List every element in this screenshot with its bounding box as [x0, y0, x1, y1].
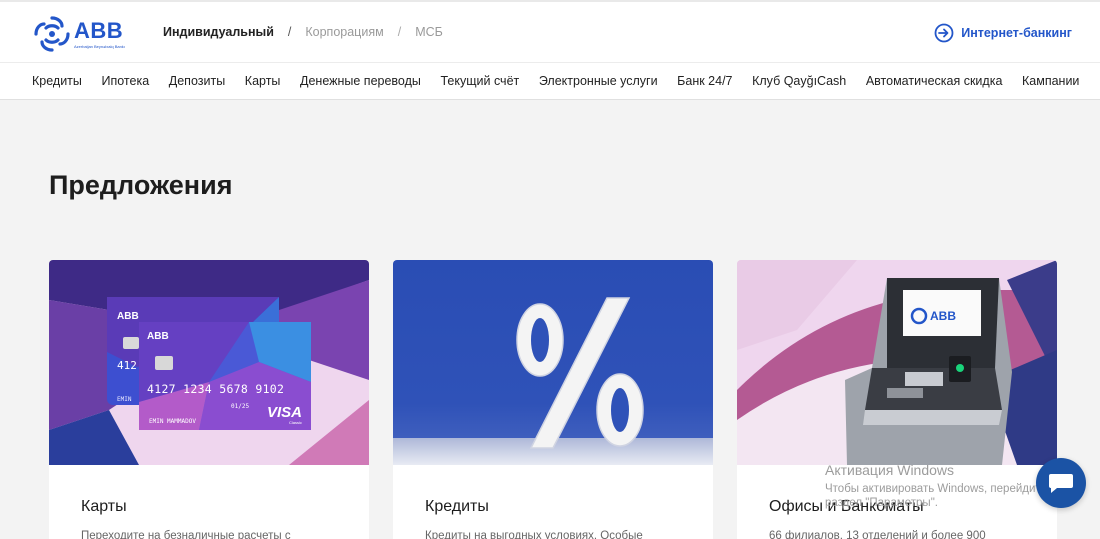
visa-classic-label: Classic [289, 420, 302, 425]
bank-cards-illustration: ABB 412 EMIN ABB 4127 1234 5678 9102 01/… [49, 260, 369, 465]
card-number-back: 412 [117, 359, 137, 372]
atm-image: ABB [737, 260, 1057, 465]
nav-item-qayghicash[interactable]: Клуб QayğıCash [752, 74, 846, 88]
card-title: Кредиты [425, 498, 489, 515]
segment-individual[interactable]: Индивидуальный [163, 25, 274, 39]
offer-card-cards[interactable]: ABB 412 EMIN ABB 4127 1234 5678 9102 01/… [49, 260, 369, 539]
card-logo-front: ABB [147, 331, 169, 342]
nav-item-credits[interactable]: Кредиты [32, 74, 82, 88]
card-logo-back: ABB [117, 311, 139, 322]
login-arrow-icon [934, 23, 954, 43]
bank-cards-image: ABB 412 EMIN ABB 4127 1234 5678 9102 01/… [49, 260, 369, 465]
chat-bubble-icon [1049, 474, 1073, 493]
watermark-line: раздел "Параметры". [825, 497, 938, 509]
card-expiry: 01/25 [231, 403, 249, 410]
card-description: Кредиты на выгодных условиях. Особые [425, 530, 643, 539]
watermark-title: Активация Windows [825, 462, 955, 478]
chat-button[interactable] [1036, 458, 1086, 508]
atm-screen-logo: ABB [930, 309, 956, 323]
nav-item-current-account[interactable]: Текущий счёт [440, 74, 519, 88]
visa-logo: VISA [267, 404, 302, 421]
nav-item-transfers[interactable]: Денежные переводы [300, 74, 421, 88]
card-holder-front: EMIN MAMMADOV [149, 418, 196, 425]
card-title: Карты [81, 498, 127, 515]
internet-banking-label: Интернет-банкинг [961, 26, 1072, 40]
nav-item-bank-24-7[interactable]: Банк 24/7 [677, 74, 732, 88]
watermark-line: Чтобы активировать Windows, перейдите в [825, 483, 1057, 495]
logo-text: ABB [74, 18, 124, 43]
percent-illustration [393, 260, 713, 465]
segment-separator: / [287, 25, 292, 39]
nav-item-e-services[interactable]: Электронные услуги [539, 74, 658, 88]
top-header: ABB Azerbaijan Beynəlxalq Bankı Индивиду… [0, 0, 1100, 62]
nav-item-cards[interactable]: Карты [245, 74, 281, 88]
atm-illustration: ABB [737, 260, 1057, 465]
logo-subtext: Azerbaijan Beynəlxalq Bankı [74, 44, 125, 49]
windows-activation-watermark: Активация Windows Чтобы активировать Win… [825, 462, 1056, 509]
abb-logo-mark-icon [34, 16, 70, 52]
nav-item-deposits[interactable]: Депозиты [169, 74, 225, 88]
card-holder-back: EMIN [117, 396, 132, 403]
page-title: Предложения [49, 170, 233, 200]
card-description: 66 филиалов, 13 отделений и более 900 [769, 530, 986, 539]
segment-separator: / [397, 25, 402, 39]
nav-item-mortgage[interactable]: Ипотека [102, 74, 150, 88]
nav-item-auto-discount[interactable]: Автоматическая скидка [866, 74, 1003, 88]
segment-switcher: Индивидуальный / Корпорациям / МСБ [163, 25, 443, 39]
percent-image [393, 260, 713, 465]
abb-logo[interactable]: ABB Azerbaijan Beynəlxalq Bankı [32, 14, 125, 54]
segment-sme[interactable]: МСБ [415, 25, 443, 39]
internet-banking-link[interactable]: Интернет-банкинг [934, 23, 1072, 43]
nav-item-campaigns[interactable]: Кампании [1022, 74, 1079, 88]
segment-corporate[interactable]: Корпорациям [305, 25, 383, 39]
card-number-front: 4127 1234 5678 9102 [147, 382, 284, 396]
main-nav: Кредиты Ипотека Депозиты Карты Денежные … [0, 62, 1100, 100]
card-description: Переходите на безналичные расчеты с [81, 530, 291, 539]
offer-card-credits[interactable]: Кредиты Кредиты на выгодных условиях. Ос… [393, 260, 713, 539]
